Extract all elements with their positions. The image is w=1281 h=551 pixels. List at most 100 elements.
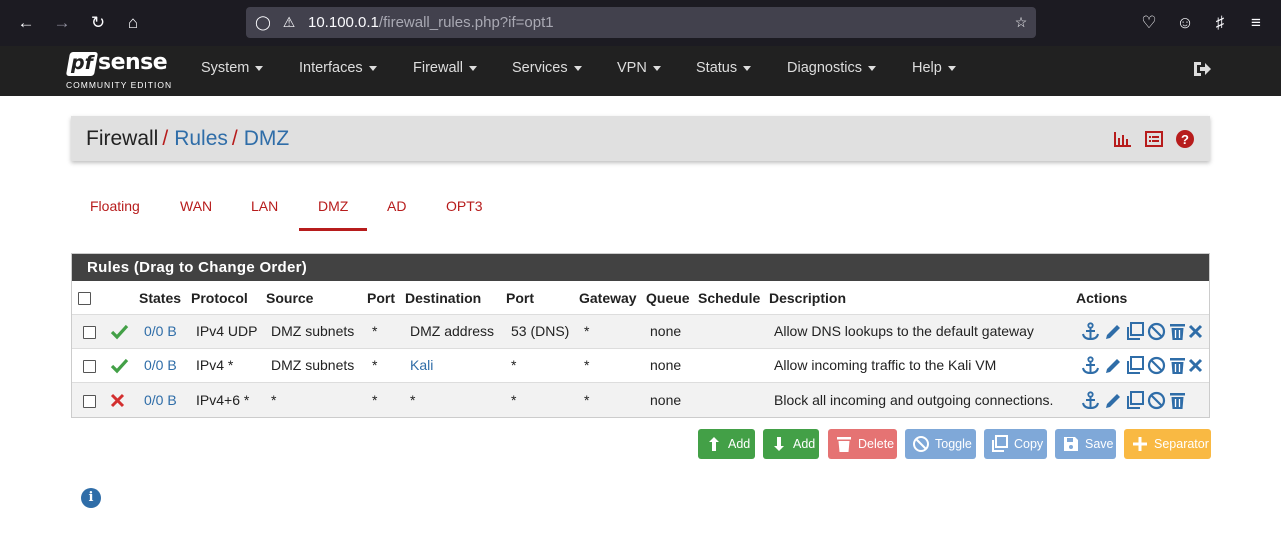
copy-icon[interactable] — [1126, 322, 1145, 341]
copy-icon[interactable] — [1126, 391, 1145, 410]
nav-status[interactable]: Status — [696, 60, 752, 76]
nav-firewall[interactable]: Firewall — [413, 60, 477, 76]
table-row[interactable]: 0/0 B IPv4+6 * * * * * * none Block all … — [72, 382, 1209, 417]
browser-toolbar: ← → ↻ ⌂ ◯ ⚠ 10.100.0.1/firewall_rules.ph… — [0, 0, 1281, 46]
header-schedule[interactable]: Schedule — [698, 290, 760, 306]
header-description[interactable]: Description — [769, 290, 846, 306]
row-states[interactable]: 0/0 B — [144, 392, 177, 408]
tab-floating[interactable]: Floating — [90, 198, 140, 214]
header-queue[interactable]: Queue — [646, 290, 690, 306]
row-checkbox[interactable] — [83, 395, 96, 408]
reload-icon[interactable]: ↻ — [88, 13, 108, 33]
header-destination-port[interactable]: Port — [506, 290, 534, 306]
row-states[interactable]: 0/0 B — [144, 357, 177, 373]
nav-help[interactable]: Help — [912, 60, 956, 76]
list-icon[interactable] — [1145, 130, 1164, 151]
row-checkbox[interactable] — [83, 360, 96, 373]
tab-ad[interactable]: AD — [387, 198, 406, 214]
header-states[interactable]: States — [139, 290, 181, 306]
caret-down-icon — [743, 65, 752, 71]
anchor-icon[interactable] — [1081, 356, 1100, 375]
select-all-checkbox[interactable] — [78, 292, 91, 305]
header-protocol[interactable]: Protocol — [191, 290, 248, 306]
account-icon[interactable]: ☺ — [1175, 13, 1195, 33]
nav-system-label: System — [201, 60, 250, 76]
copy-icon[interactable] — [1126, 356, 1145, 375]
row-source-port: * — [372, 392, 378, 408]
breadcrumb-rules-link[interactable]: Rules — [174, 127, 228, 150]
separator-button[interactable]: Separator — [1124, 429, 1211, 459]
breadcrumb-dmz-link[interactable]: DMZ — [244, 127, 290, 150]
breadcrumb-icons: ? — [1105, 130, 1194, 151]
main-navbar: pf sense COMMUNITY EDITION System Interf… — [0, 46, 1281, 96]
header-destination[interactable]: Destination — [405, 290, 481, 306]
tab-dmz[interactable]: DMZ — [318, 198, 348, 214]
nav-system[interactable]: System — [201, 60, 264, 76]
bookmark-star-icon[interactable]: ☆ — [1012, 13, 1030, 31]
table-row[interactable]: 0/0 B IPv4 * DMZ subnets * Kali * * none… — [72, 348, 1209, 383]
nav-diagnostics-label: Diagnostics — [787, 60, 862, 76]
trash-icon — [837, 437, 851, 452]
help-icon[interactable]: ? — [1176, 130, 1194, 151]
disable-ban-icon[interactable] — [1147, 322, 1166, 341]
anchor-icon[interactable] — [1081, 322, 1100, 341]
url-path: /firewall_rules.php?if=opt1 — [378, 14, 554, 31]
pass-check-icon[interactable] — [110, 322, 129, 341]
disable-ban-icon[interactable] — [1147, 356, 1166, 375]
logout-icon[interactable] — [1192, 59, 1212, 79]
trash-icon[interactable] — [1168, 391, 1187, 410]
menu-icon[interactable]: ≡ — [1246, 13, 1266, 33]
add-top-button[interactable]: Add — [698, 429, 755, 459]
caret-down-icon — [947, 65, 956, 71]
delete-x-icon[interactable] — [1186, 322, 1205, 341]
anchor-icon[interactable] — [1081, 391, 1100, 410]
tab-opt3[interactable]: OPT3 — [446, 198, 483, 214]
svg-text:?: ? — [1181, 132, 1189, 147]
bar-chart-icon[interactable] — [1114, 130, 1132, 151]
nav-diagnostics[interactable]: Diagnostics — [787, 60, 876, 76]
copy-button[interactable]: Copy — [984, 429, 1047, 459]
trash-icon[interactable] — [1168, 356, 1187, 375]
forward-icon[interactable]: → — [52, 13, 72, 33]
insecure-lock-icon[interactable]: ⚠ — [280, 13, 298, 31]
add-bottom-button[interactable]: Add — [763, 429, 819, 459]
active-tab-indicator — [299, 228, 367, 231]
nav-services[interactable]: Services — [512, 60, 582, 76]
separator-label: Separator — [1154, 437, 1209, 451]
row-source-port: * — [372, 357, 378, 373]
home-icon[interactable]: ⌂ — [123, 13, 143, 33]
info-icon[interactable]: i — [81, 488, 101, 508]
toggle-button[interactable]: Toggle — [905, 429, 976, 459]
trash-icon[interactable] — [1168, 322, 1187, 341]
tab-wan[interactable]: WAN — [180, 198, 212, 214]
header-source-port[interactable]: Port — [367, 290, 395, 306]
url-text[interactable]: 10.100.0.1/firewall_rules.php?if=opt1 — [308, 14, 554, 31]
delete-label: Delete — [858, 437, 895, 451]
shield-icon[interactable]: ◯ — [254, 13, 272, 31]
edit-pencil-icon[interactable] — [1104, 322, 1123, 341]
row-destination-alias-link[interactable]: Kali — [410, 357, 433, 373]
nav-vpn[interactable]: VPN — [617, 60, 661, 76]
disable-ban-icon[interactable] — [1147, 391, 1166, 410]
back-icon[interactable]: ← — [16, 13, 36, 33]
save-button[interactable]: Save — [1055, 429, 1116, 459]
caret-down-icon — [573, 65, 582, 71]
row-states[interactable]: 0/0 B — [144, 323, 177, 339]
pfsense-logo[interactable]: pf sense COMMUNITY EDITION — [65, 50, 176, 92]
block-x-icon[interactable] — [108, 391, 127, 410]
table-row[interactable]: 0/0 B IPv4 UDP DMZ subnets * DMZ address… — [72, 314, 1209, 349]
header-actions: Actions — [1076, 290, 1128, 306]
extensions-icon[interactable]: ♯ — [1210, 13, 1230, 33]
delete-button[interactable]: Delete — [828, 429, 897, 459]
header-gateway[interactable]: Gateway — [579, 290, 637, 306]
address-bar[interactable]: ◯ ⚠ 10.100.0.1/firewall_rules.php?if=opt… — [246, 7, 1036, 38]
pocket-icon[interactable]: ♡ — [1139, 13, 1159, 33]
edit-pencil-icon[interactable] — [1104, 356, 1123, 375]
row-checkbox[interactable] — [83, 326, 96, 339]
header-source[interactable]: Source — [266, 290, 313, 306]
tab-lan[interactable]: LAN — [251, 198, 278, 214]
nav-interfaces[interactable]: Interfaces — [299, 60, 377, 76]
delete-x-icon[interactable] — [1186, 356, 1205, 375]
pass-check-icon[interactable] — [110, 356, 129, 375]
edit-pencil-icon[interactable] — [1104, 391, 1123, 410]
